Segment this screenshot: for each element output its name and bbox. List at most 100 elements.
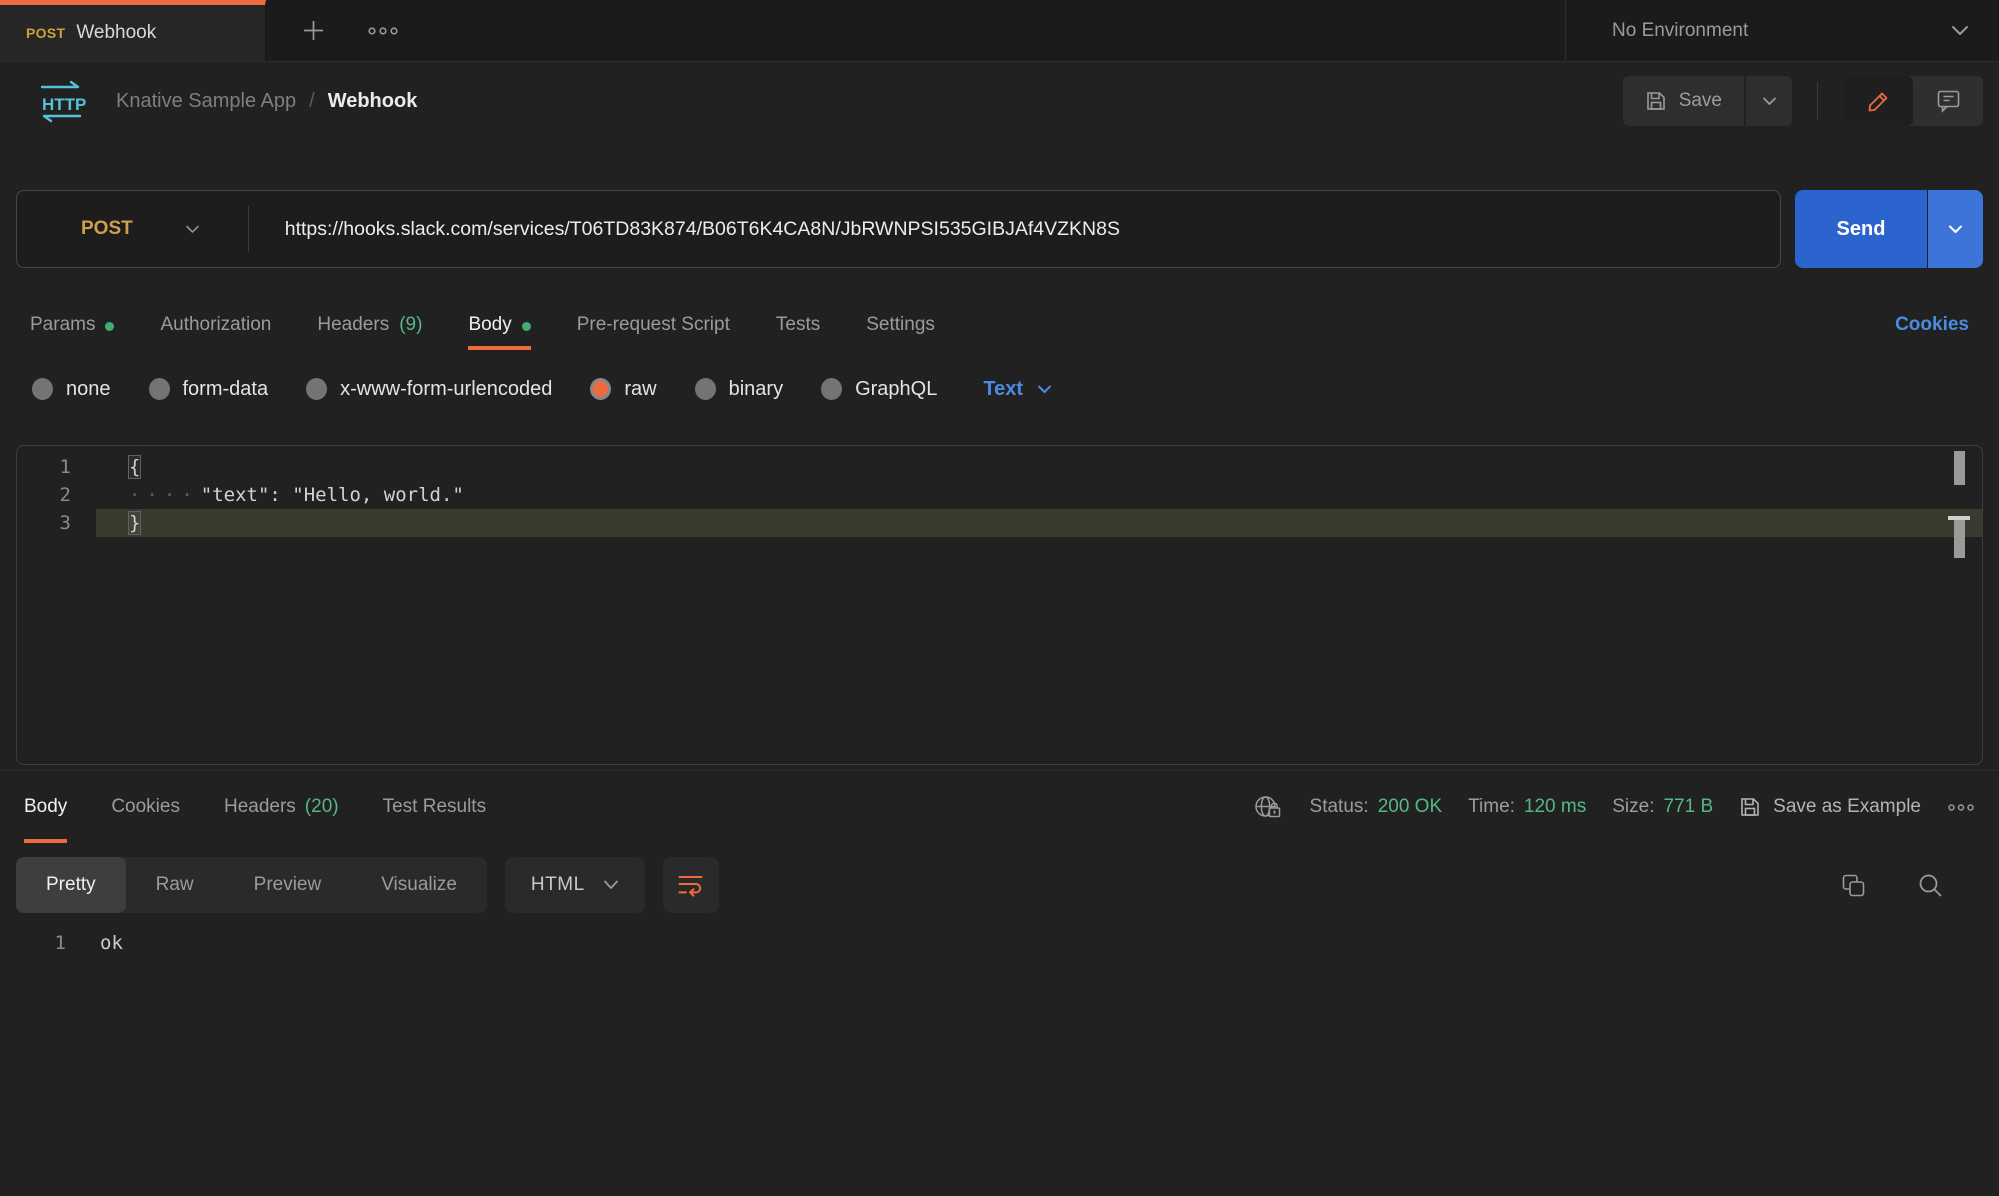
overview-ruler-mark: [1954, 451, 1965, 485]
tab-authorization[interactable]: Authorization: [160, 300, 271, 350]
environment-label: No Environment: [1612, 20, 1748, 42]
body-type-binary[interactable]: binary: [695, 378, 783, 401]
tab-headers[interactable]: Headers (9): [317, 300, 422, 350]
view-preview[interactable]: Preview: [224, 857, 352, 913]
tab-options-button[interactable]: [367, 26, 399, 36]
response-tab-cookies[interactable]: Cookies: [111, 771, 180, 843]
breadcrumb-collection[interactable]: Knative Sample App: [116, 90, 296, 113]
response-options-button[interactable]: [1947, 803, 1975, 812]
response-size: Size: 771 B: [1612, 796, 1713, 818]
url-input[interactable]: https://hooks.slack.com/services/T06TD83…: [249, 218, 1120, 241]
view-visualize[interactable]: Visualize: [351, 857, 487, 913]
more-options-icon: [1947, 803, 1975, 812]
tab-label: Cookies: [111, 796, 180, 818]
view-label: Preview: [254, 874, 322, 896]
body-type-form-data[interactable]: form-data: [149, 378, 269, 401]
view-raw[interactable]: Raw: [126, 857, 224, 913]
body-type-x-www-form-urlencoded[interactable]: x-www-form-urlencoded: [306, 378, 552, 401]
search-response-button[interactable]: [1917, 872, 1944, 899]
body-type-label: GraphQL: [855, 378, 937, 401]
line-number: 1: [17, 453, 71, 481]
save-options-button[interactable]: [1746, 76, 1792, 126]
more-options-icon: [367, 26, 399, 36]
tab-settings[interactable]: Settings: [866, 300, 935, 350]
chevron-down-icon: [185, 225, 200, 234]
save-button-label: Save: [1679, 90, 1722, 112]
line-number: 3: [17, 509, 71, 537]
response-tab-headers[interactable]: Headers (20): [224, 771, 339, 843]
copy-icon: [1840, 872, 1867, 899]
response-header: Body Cookies Headers (20) Test Results S…: [0, 770, 1999, 843]
save-button[interactable]: Save: [1623, 76, 1744, 126]
request-tab[interactable]: POST Webhook: [0, 0, 266, 61]
radio-icon: [32, 378, 53, 400]
response-status: Status: 200 OK: [1310, 796, 1443, 818]
tab-label: Authorization: [160, 314, 271, 336]
status-label: Status:: [1310, 796, 1369, 818]
save-icon: [1739, 796, 1761, 818]
send-options-button[interactable]: [1928, 190, 1983, 268]
environment-selector[interactable]: No Environment: [1565, 0, 1999, 61]
body-type-label: form-data: [183, 378, 269, 401]
time-value: 120 ms: [1524, 796, 1586, 818]
response-format-selector[interactable]: HTML: [505, 857, 645, 913]
body-type-none[interactable]: none: [32, 378, 111, 401]
body-type-label: binary: [729, 378, 783, 401]
view-pretty[interactable]: Pretty: [16, 857, 126, 913]
whitespace-dots: ····: [129, 484, 199, 506]
response-time: Time: 120 ms: [1468, 796, 1586, 818]
chevron-down-icon: [603, 880, 619, 890]
headers-count: (9): [399, 314, 422, 336]
documentation-icon: [1936, 89, 1961, 113]
new-tab-button[interactable]: [300, 17, 327, 44]
tab-label: Settings: [866, 314, 935, 336]
wrap-text-button[interactable]: [663, 857, 719, 913]
save-as-example-button[interactable]: Save as Example: [1739, 796, 1921, 818]
raw-language-selector[interactable]: Text: [983, 378, 1052, 401]
globe-lock-icon[interactable]: [1253, 794, 1284, 821]
request-header: HTTP Knative Sample App / Webhook Save: [0, 62, 1999, 140]
response-tab-body[interactable]: Body: [24, 771, 67, 843]
radio-selected-icon: [590, 378, 611, 400]
breadcrumb-request-name[interactable]: Webhook: [328, 90, 418, 113]
body-type-label: raw: [624, 378, 656, 401]
editor-line: 1 {: [17, 453, 1982, 481]
radio-icon: [306, 378, 327, 400]
request-tabs: Params Authorization Headers (9) Body Pr…: [0, 300, 1999, 350]
body-type-raw[interactable]: raw: [590, 378, 656, 401]
send-button[interactable]: Send: [1795, 190, 1927, 268]
send-button-label: Send: [1837, 218, 1886, 241]
url-field: POST https://hooks.slack.com/services/T0…: [16, 190, 1781, 268]
tab-label: Body: [468, 314, 511, 336]
response-tab-test-results[interactable]: Test Results: [383, 771, 486, 843]
modified-dot: [105, 322, 114, 331]
code-text: "text": "Hello, world.": [201, 484, 464, 506]
size-label: Size:: [1612, 796, 1654, 818]
tab-pre-request-script[interactable]: Pre-request Script: [577, 300, 730, 350]
copy-response-button[interactable]: [1840, 872, 1867, 899]
tab-body[interactable]: Body: [468, 300, 530, 350]
edit-request-button[interactable]: [1843, 76, 1913, 126]
cookies-link[interactable]: Cookies: [1895, 314, 1969, 336]
headers-count: (20): [305, 796, 339, 818]
pencil-icon: [1866, 89, 1891, 114]
line-number: 2: [17, 481, 71, 509]
body-type-selector: none form-data x-www-form-urlencoded raw…: [0, 368, 1999, 410]
breadcrumb-separator: /: [309, 90, 315, 113]
response-toolbar: Pretty Raw Preview Visualize HTML: [0, 856, 1999, 914]
modified-dot: [522, 322, 531, 331]
wrap-text-icon: [677, 873, 704, 897]
method-selector[interactable]: POST: [17, 218, 200, 240]
tab-method-label: POST: [26, 25, 65, 41]
request-body-editor[interactable]: 1 { 2 ····"text": "Hello, world." 3 }: [16, 445, 1983, 765]
search-icon: [1917, 872, 1944, 899]
tab-params[interactable]: Params: [30, 300, 114, 350]
save-as-example-label: Save as Example: [1773, 796, 1921, 818]
tab-label: Tests: [776, 314, 820, 336]
documentation-button[interactable]: [1913, 76, 1983, 126]
body-type-graphql[interactable]: GraphQL: [821, 378, 937, 401]
response-body-viewer[interactable]: 1 ok: [0, 928, 1999, 958]
view-label: Raw: [156, 874, 194, 896]
tab-tests[interactable]: Tests: [776, 300, 820, 350]
chevron-down-icon: [1037, 385, 1052, 394]
